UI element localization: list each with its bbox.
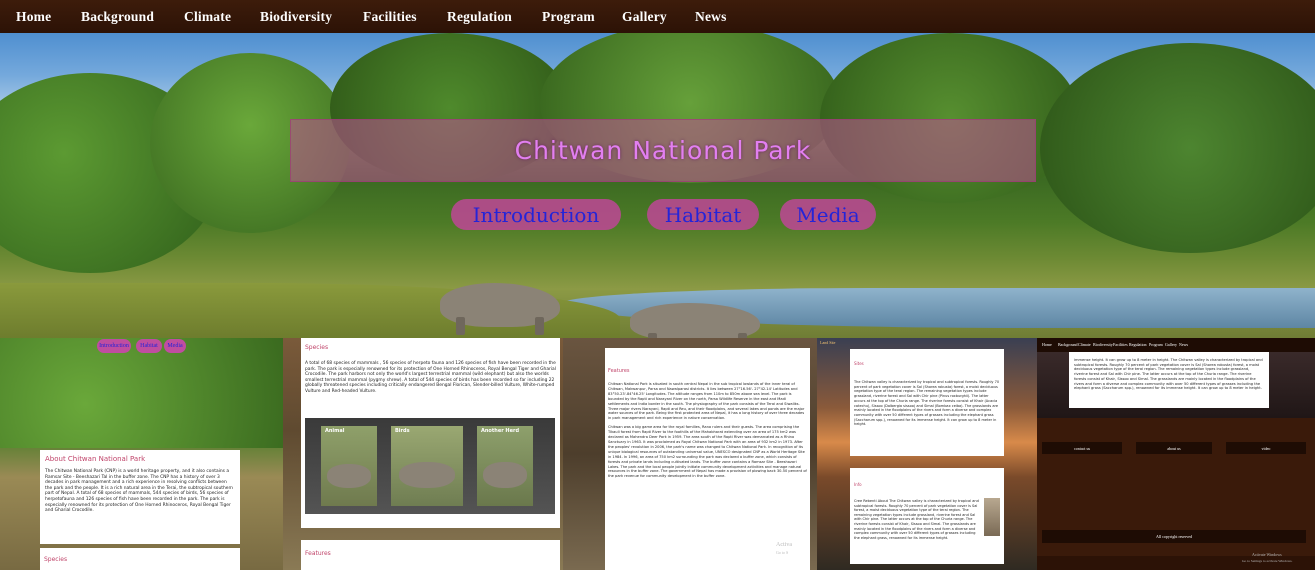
species-heading: Species [44, 556, 68, 563]
nav-background-link[interactable]: Background [81, 9, 154, 25]
copyright-text: All copyright reserved [1156, 534, 1192, 539]
nav-news-link[interactable]: News [695, 9, 727, 25]
page-preview-features[interactable]: Features Chitwan National Park is situat… [563, 338, 817, 570]
nav-climate-link[interactable]: Climate [184, 9, 231, 25]
about-card: About Chitwan National Park The Chitwan … [40, 450, 240, 544]
mini-nav-news-link[interactable]: News [1179, 342, 1188, 347]
features-card: Features Chitwan National Park is situat… [605, 348, 810, 570]
rhino-leg [456, 317, 465, 335]
content-card: immense height. It can grow up to 8 mete… [1069, 352, 1269, 408]
activation-watermark-sub: Go to S [776, 550, 789, 555]
nav-facilities-link[interactable]: Facilities [363, 9, 417, 25]
nav-gallery-link[interactable]: Gallery [622, 9, 667, 25]
mini-nav-program-link[interactable]: Program [1149, 342, 1163, 347]
content-text: immense height. It can grow up to 8 mete… [1074, 358, 1263, 391]
sites-heading: Sites [854, 361, 864, 366]
site-title: Chitwan National Park [514, 136, 812, 165]
video-link-box[interactable]: video [1226, 442, 1306, 454]
rhino-image [399, 462, 455, 488]
mini-nav-regulation-link[interactable]: Regulation [1129, 342, 1147, 347]
species-card: Species A total of 68 species of mammals… [301, 338, 560, 528]
about-text: The Chitwan National Park (CNP) is a wor… [45, 469, 233, 514]
about-us-link-box[interactable]: about us [1136, 442, 1212, 454]
mini-nav-biodiversity-link[interactable]: Biodiversity [1093, 342, 1113, 347]
features-text: Chitwan National Park is situated in sou… [608, 382, 805, 421]
mini-navigation-bar: Home Background Climate Biodiversity Fac… [1037, 338, 1315, 352]
mini-nav-background-link[interactable]: Background [1058, 342, 1078, 347]
page-preview-footer[interactable]: Home Background Climate Biodiversity Fac… [1037, 338, 1315, 570]
title-banner: Chitwan National Park [290, 119, 1036, 182]
page-heading: Land Site [820, 340, 836, 345]
nav-regulation-link[interactable]: Regulation [447, 9, 512, 25]
info-thumbnail-image [984, 498, 1000, 536]
info-text: Cree Rebenti About The Chitwan valley is… [854, 499, 979, 540]
habitat-button[interactable]: Habitat [136, 339, 162, 353]
gallery-image-animal[interactable] [321, 426, 377, 506]
features-history-text: Chitwan was a big game area for the roya… [608, 425, 807, 479]
species-heading: Species [305, 344, 329, 351]
copyright-bar: All copyright reserved [1042, 530, 1306, 543]
sites-text: The Chitwan valley is characterized by t… [854, 380, 1000, 427]
photo-gallery: Animal Birds Another Herd [305, 418, 555, 514]
features-heading: Features [305, 550, 331, 557]
mini-nav-gallery-link[interactable]: Gallery [1165, 342, 1177, 347]
features-card: Features [301, 540, 560, 570]
mini-nav-climate-link[interactable]: Climate [1078, 342, 1091, 347]
gallery-image-another-herd[interactable] [477, 426, 533, 506]
page-preview-sites[interactable]: Land Site Sites The Chitwan valley is ch… [817, 338, 1037, 570]
contact-us-link[interactable]: contact us [1074, 446, 1090, 451]
top-navigation-bar: Home Background Climate Biodiversity Fac… [0, 0, 1315, 33]
page-preview-introduction[interactable]: Introduction Habitat Media About Chitwan… [0, 338, 283, 570]
nav-biodiversity-link[interactable]: Biodiversity [260, 9, 332, 25]
contact-us-link-box[interactable]: contact us [1042, 442, 1122, 454]
hero-banner: Chitwan National Park Introduction Habit… [0, 33, 1315, 338]
habitat-button[interactable]: Habitat [647, 199, 759, 230]
activation-watermark: Activa [776, 542, 792, 548]
video-link[interactable]: video [1262, 446, 1271, 451]
rhino-image [483, 462, 527, 488]
mini-nav-home-link[interactable]: Home [1042, 342, 1052, 347]
about-heading: About Chitwan National Park [45, 455, 146, 463]
species-card: Species [40, 548, 240, 570]
about-us-link[interactable]: about us [1167, 446, 1180, 451]
gallery-label-another-herd: Another Herd [481, 428, 520, 434]
page-preview-species[interactable]: Species A total of 68 species of mammals… [283, 338, 563, 570]
nav-home-link[interactable]: Home [16, 9, 51, 25]
media-button[interactable]: Media [164, 339, 186, 353]
info-card: Info Cree Rebenti About The Chitwan vall… [850, 468, 1004, 564]
introduction-button[interactable]: Introduction [97, 339, 131, 353]
activation-watermark: Activate Windows [1252, 552, 1282, 557]
activation-watermark-sub: Go to Settings to activate Windows. [1242, 559, 1293, 563]
introduction-button[interactable]: Introduction [451, 199, 621, 230]
forest-canopy [0, 338, 283, 448]
forest-canopy-right [1040, 43, 1315, 253]
info-heading: Info [854, 482, 862, 487]
gallery-label-birds: Birds [395, 428, 410, 434]
rhino-leg [535, 317, 544, 335]
nav-program-link[interactable]: Program [542, 9, 595, 25]
mini-nav-facilities-link[interactable]: Facilities [1113, 342, 1128, 347]
media-button[interactable]: Media [780, 199, 876, 230]
species-text: A total of 68 species of mammals , 56 sp… [305, 361, 556, 394]
features-heading: Features [608, 368, 630, 374]
sites-card: Sites The Chitwan valley is characterize… [850, 349, 1004, 456]
gallery-label-animal: Animal [325, 428, 345, 434]
rhino-image [327, 464, 371, 488]
gallery-image-birds[interactable] [391, 426, 463, 506]
